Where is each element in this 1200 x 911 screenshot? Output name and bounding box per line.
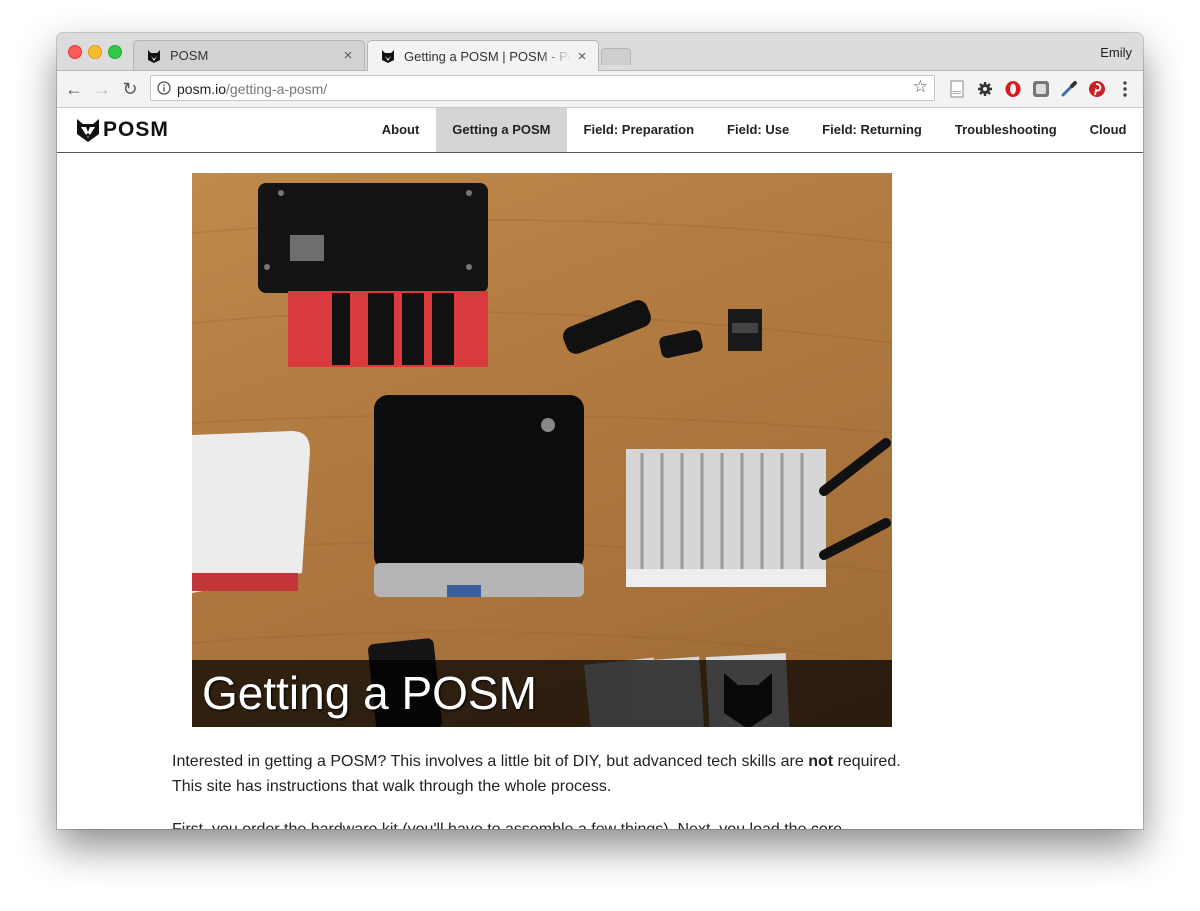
posm-favicon-icon [148, 49, 160, 63]
intro-text-before: Interested in getting a POSM? This invol… [172, 753, 809, 770]
page-content: Getting a POSM Interested in getting a P… [57, 153, 1143, 829]
ghostery-icon[interactable] [1031, 79, 1051, 99]
tab-getting-a-posm[interactable]: Getting a POSM | POSM - Portable OpenStr… [367, 40, 599, 71]
posm-logo-icon [77, 119, 99, 142]
back-icon[interactable]: ← [62, 77, 86, 101]
nav-field-use[interactable]: Field: Use [711, 108, 806, 152]
antenna [819, 438, 891, 496]
profile-name[interactable]: Emily [1100, 45, 1132, 60]
site-logo[interactable]: POSM [75, 116, 169, 144]
url-path: /getting-a-posm/ [226, 81, 328, 97]
zoom-window-button[interactable] [108, 45, 122, 59]
url-text: posm.io/getting-a-posm/ [177, 81, 327, 97]
hero-caption-text: Getting a POSM [202, 667, 537, 719]
address-bar[interactable]: posm.io/getting-a-posm/ ☆ [150, 75, 935, 101]
gear-icon[interactable] [975, 79, 995, 99]
star-icon[interactable]: ☆ [913, 77, 928, 97]
site-logo-text: POSM [103, 118, 169, 141]
intro-paragraph: Interested in getting a POSM? This invol… [172, 749, 932, 799]
close-window-button[interactable] [68, 45, 82, 59]
aluminum-case [626, 449, 826, 585]
tab-posm[interactable]: POSM × [133, 40, 365, 70]
white-case [192, 431, 310, 593]
tab-title: POSM [170, 48, 209, 63]
url-host: posm.io [177, 81, 227, 97]
reload-icon[interactable]: ↻ [118, 77, 142, 101]
browser-toolbar: ← → ↻ posm.io/getting-a-posm/ ☆ [57, 71, 1143, 108]
forward-icon[interactable]: → [90, 77, 114, 101]
pinterest-icon[interactable] [1087, 79, 1107, 99]
site-nav: About Getting a POSM Field: Preparation … [365, 108, 1143, 152]
minimize-window-button[interactable] [88, 45, 102, 59]
nav-about[interactable]: About [365, 108, 436, 152]
tab-strip: POSM × Getting a POSM | POSM - Portable … [57, 33, 1143, 71]
new-tab-button[interactable] [601, 48, 631, 65]
eyedropper-icon[interactable] [1059, 79, 1079, 99]
reader-icon[interactable] [947, 79, 967, 99]
usb-stick-small [659, 329, 703, 359]
nav-getting-a-posm[interactable]: Getting a POSM [435, 108, 568, 152]
nav-field-preparation[interactable]: Field: Preparation [567, 108, 711, 152]
site-header: POSM About Getting a POSM Field: Prepara… [57, 108, 1143, 153]
nav-cloud[interactable]: Cloud [1073, 108, 1143, 152]
close-icon[interactable]: × [572, 48, 592, 65]
tab-title: Getting a POSM | POSM - Portable OpenStr… [404, 48, 572, 64]
menu-icon[interactable] [1115, 79, 1135, 99]
posm-favicon-icon [382, 50, 394, 63]
nav-field-returning[interactable]: Field: Returning [806, 108, 939, 152]
intro-text-bold: not [808, 753, 834, 770]
usb-stick [563, 300, 651, 354]
second-paragraph: First, you order the hardware kit (you'l… [172, 817, 932, 829]
info-icon[interactable] [157, 81, 171, 95]
hero-image: Getting a POSM [192, 173, 892, 727]
nav-troubleshooting[interactable]: Troubleshooting [938, 108, 1073, 152]
hero-caption: Getting a POSM [192, 660, 892, 727]
opera-icon[interactable] [1003, 79, 1023, 99]
close-icon[interactable]: × [338, 47, 358, 64]
browser-window: POSM × Getting a POSM | POSM - Portable … [57, 33, 1143, 829]
hardware-photo [192, 183, 892, 727]
antenna [819, 518, 891, 560]
